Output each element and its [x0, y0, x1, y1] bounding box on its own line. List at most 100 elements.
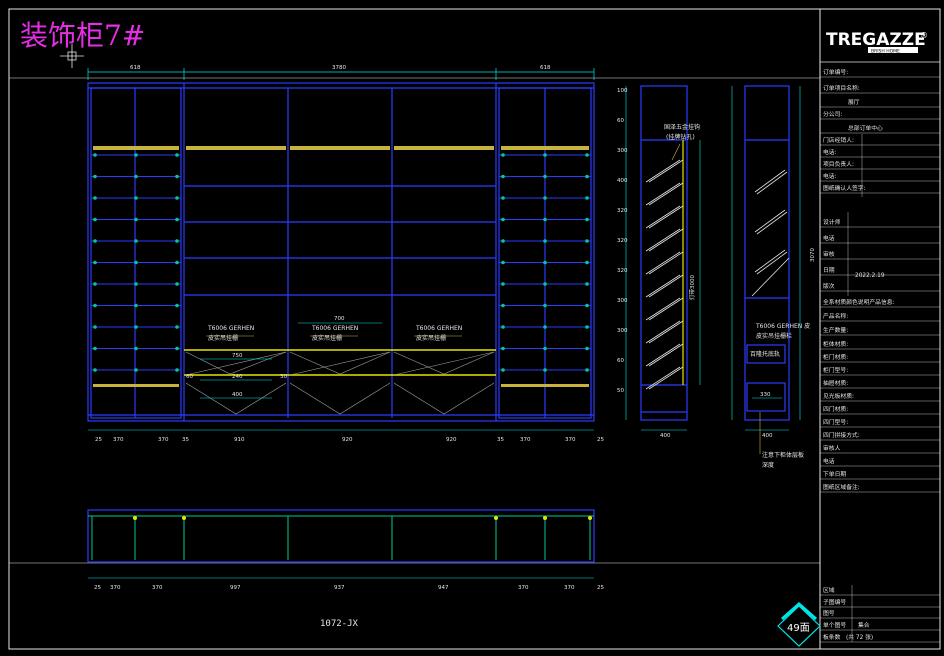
side-a-dim: 400	[617, 178, 628, 184]
title-block-row: 柜门材质:	[823, 353, 848, 361]
title-block-row: 设计师	[823, 218, 841, 226]
side-a-light-label: 灯带3000	[688, 275, 696, 300]
front-bottom-dim: 370	[113, 437, 124, 443]
side-a-note-1: 国泽五金挂钩	[664, 123, 700, 131]
shelf-pin	[585, 346, 589, 351]
plan-dim: 25	[94, 585, 101, 591]
led-strip-bottom	[501, 384, 589, 387]
hook-arm	[645, 274, 681, 298]
shelf-pin	[175, 346, 179, 351]
shelf-pin	[543, 303, 547, 308]
shelf-pin	[585, 153, 589, 157]
title-block-row: 审核人	[823, 444, 841, 452]
shelf-pin	[93, 282, 97, 286]
shelf-pin	[93, 217, 97, 222]
shelf-pin	[175, 153, 179, 157]
led-strip	[93, 146, 179, 150]
led-strip	[186, 146, 286, 150]
shelf-pin	[501, 346, 505, 351]
hook-arm	[648, 274, 684, 298]
title-block-row: 见光板材质:	[823, 392, 854, 400]
front-bottom-dim: 35	[182, 437, 189, 443]
front-bottom-dim: 25	[597, 437, 604, 443]
title-block-row: 项目负责人:	[823, 160, 854, 168]
hook-arm	[648, 297, 684, 321]
side-b-inner-dim: 330	[760, 392, 771, 398]
plan-dim: 370	[564, 585, 575, 591]
shelf-pin	[134, 325, 138, 329]
shelf-pin	[543, 174, 547, 179]
front-bottom-dim: 370	[158, 437, 169, 443]
side-b-bottom-dim: 400	[762, 433, 773, 439]
hook-arm	[645, 228, 681, 252]
front-bottom-dim: 35	[497, 437, 504, 443]
front-elevation: 618 3780 618 T6006 GERHEN 皮实吊挂栅 T6006 GE…	[87, 65, 604, 443]
title-block-row: 分公司:	[823, 110, 842, 118]
cad-drawing-canvas: 装饰柜7# 618 3780 618 T6006 GERHEN 皮实吊挂栅 T6…	[8, 8, 941, 650]
title-block-row: 展厅	[848, 99, 860, 106]
drawer-diagonals	[185, 351, 495, 415]
hook-arm	[648, 343, 684, 367]
title-block-row: 全系材质颜色说明产品信息:	[823, 298, 895, 306]
shelf-pin	[175, 196, 179, 200]
brand-registered: ®	[920, 31, 928, 40]
rail-tag-1: T6006 GERHEN 皮实吊挂栅	[206, 325, 254, 342]
svg-text:皮实吊挂栅: 皮实吊挂栅	[312, 334, 342, 342]
side-b-note-1: 注意下柜体层板	[762, 451, 804, 459]
led-strip	[394, 146, 494, 150]
side-b-note-2: 深度	[762, 461, 774, 469]
shelf-pin	[501, 325, 505, 329]
title-block-row: 单个图号	[823, 621, 846, 629]
inner-dim-30: 30	[280, 374, 287, 380]
title-block-row: 子图编号	[823, 598, 846, 606]
shelf-pin	[585, 196, 589, 200]
hook-arm	[645, 297, 681, 321]
title-block-row: 区域	[823, 586, 835, 594]
shelf-pin	[501, 368, 505, 372]
front-bottom-dim: 920	[342, 437, 353, 443]
shelf-pin	[175, 260, 179, 265]
side-b-rails	[751, 169, 790, 297]
svg-text:皮实吊挂栅: 皮实吊挂栅	[208, 334, 238, 342]
plan-view: 25 370 370 997 937 947 370 370 25 1072-JX	[87, 509, 604, 629]
shelf-pin	[175, 303, 179, 308]
front-bottom-dim: 910	[234, 437, 245, 443]
side-a-bottom-dim: 400	[660, 433, 671, 439]
front-bottom-dim: 25	[95, 437, 102, 443]
hook-arm	[648, 366, 684, 390]
shelf-pin	[543, 217, 547, 222]
shelf-pin	[543, 325, 547, 329]
side-a-hooks	[645, 159, 684, 390]
side-a-dim: 60	[617, 358, 624, 364]
hook-arm	[645, 251, 681, 275]
title-block-row: 柜体材质:	[823, 340, 848, 348]
shelf-pin	[134, 174, 138, 179]
side-a-note-2: (挂牌钻孔)	[666, 133, 695, 141]
inner-dim-400: 400	[232, 392, 243, 398]
inner-dim-750: 750	[232, 353, 243, 359]
shelf-pin	[543, 260, 547, 265]
side-b-tag-desc: 皮实吊挂栅栏	[756, 332, 792, 340]
shelf-pin	[134, 282, 138, 286]
svg-text:T6006 GERHEN: T6006 GERHEN	[207, 325, 254, 332]
front-bottom-dim: 920	[446, 437, 457, 443]
title-block-row: 审核	[823, 250, 835, 258]
title-block-rows: 订单编号: 订单项目名称: 展厅分公司: 总部订单中心门店经销人: 电话: 项目负责人: 电…	[820, 68, 940, 643]
shelf-pin	[134, 368, 138, 372]
shelf-pin	[175, 239, 179, 243]
title-block-row: 四门材质:	[823, 405, 848, 413]
page-badge-label: 49面	[787, 623, 810, 634]
shelf-pin	[93, 260, 97, 265]
hook-arm	[645, 343, 681, 367]
shelf-pin	[93, 174, 97, 179]
shelf-pin	[175, 282, 179, 286]
rail-arm	[756, 171, 788, 195]
title-block-row: 日期	[823, 267, 835, 274]
title-block-row: 图纸区域备注:	[823, 483, 860, 491]
front-bottom-dim: 370	[565, 437, 576, 443]
front-bottom-dimensions: 25 370 370 35 910 920 920 35 370 370 25	[95, 437, 604, 443]
led-strip	[501, 146, 589, 150]
svg-text:T6006 GERHEN: T6006 GERHEN	[311, 325, 358, 332]
shelf-pin	[585, 239, 589, 243]
front-top-dim-2: 3780	[332, 65, 346, 71]
